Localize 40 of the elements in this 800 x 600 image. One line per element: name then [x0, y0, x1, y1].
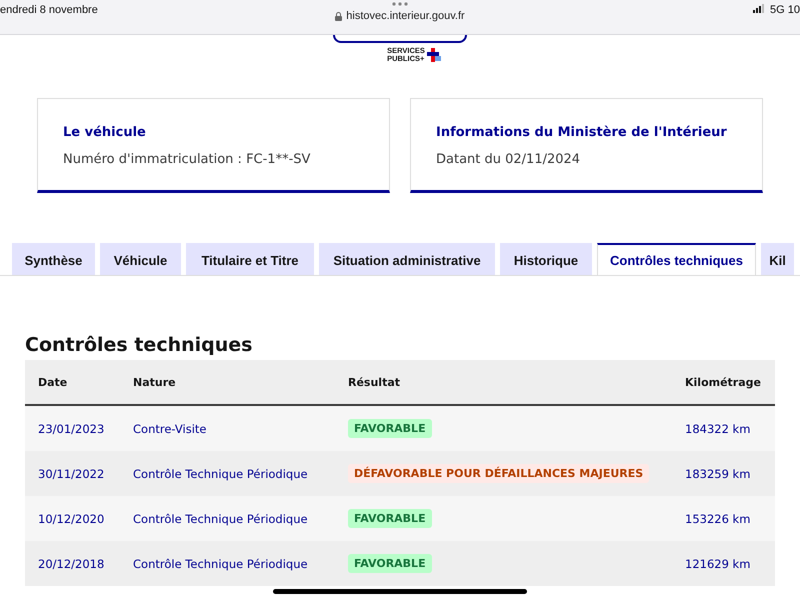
column-header: Résultat	[348, 376, 402, 388]
address-url[interactable]: histovec.interieur.gouv.fr	[346, 10, 465, 22]
column-header: Nature	[133, 376, 177, 388]
mileage-cell-text: 121629 km	[685, 556, 752, 570]
result-badge: FAVORABLE	[348, 554, 432, 573]
mileage-cell-text: 184322 km	[685, 422, 752, 436]
tab[interactable]: Historique	[500, 243, 592, 275]
nature-cell-text: Contrôle Technique Périodique	[133, 512, 309, 526]
tab[interactable]: Synthèse	[12, 243, 95, 275]
card-text: Datant du 02/11/2024	[436, 152, 582, 167]
date-cell-text: 20/12/2018	[38, 556, 106, 570]
tab[interactable]: Véhicule	[100, 243, 181, 275]
tab[interactable]: Contrôles techniques	[597, 243, 756, 275]
header-button[interactable]	[333, 35, 467, 43]
date-cell-text: 30/11/2022	[38, 466, 106, 480]
section-title: Contrôles techniques	[25, 334, 254, 356]
card-title: Le véhicule	[63, 125, 147, 140]
card-text: Numéro d'immatriculation : FC-1**-SV	[63, 152, 312, 167]
column-header: Date	[38, 376, 68, 388]
nature-cell-text: Contrôle Technique Périodique	[133, 466, 309, 480]
mileage-cell-text: 183259 km	[685, 466, 752, 480]
result-badge: FAVORABLE	[348, 419, 432, 438]
tab[interactable]: Situation administrative	[319, 243, 495, 275]
mileage-cell-text: 153226 km	[685, 512, 752, 526]
signal-icon	[753, 4, 766, 13]
result-badge: FAVORABLE	[348, 509, 432, 528]
result-badge: DÉFAVORABLE POUR DÉFAILLANCES MAJEURES	[348, 464, 650, 483]
column-header: Kilométrage	[685, 376, 762, 388]
card-title: Informations du Ministère de l'Intérieur	[436, 125, 728, 140]
status-date: endredi 8 novembre	[0, 3, 98, 16]
lock-icon	[335, 12, 342, 20]
more-icon[interactable]	[392, 2, 408, 6]
network-status: 5G 10	[770, 4, 800, 16]
date-cell-text: 23/01/2023	[38, 422, 106, 436]
nature-cell-text: Contre-Visite	[133, 422, 208, 436]
nature-cell-text: Contrôle Technique Périodique	[133, 556, 309, 570]
tab[interactable]: Kil	[761, 243, 794, 275]
logo-icon	[426, 48, 441, 62]
tab[interactable]: Titulaire et Titre	[186, 243, 314, 275]
date-cell-text: 10/12/2020	[38, 512, 106, 526]
